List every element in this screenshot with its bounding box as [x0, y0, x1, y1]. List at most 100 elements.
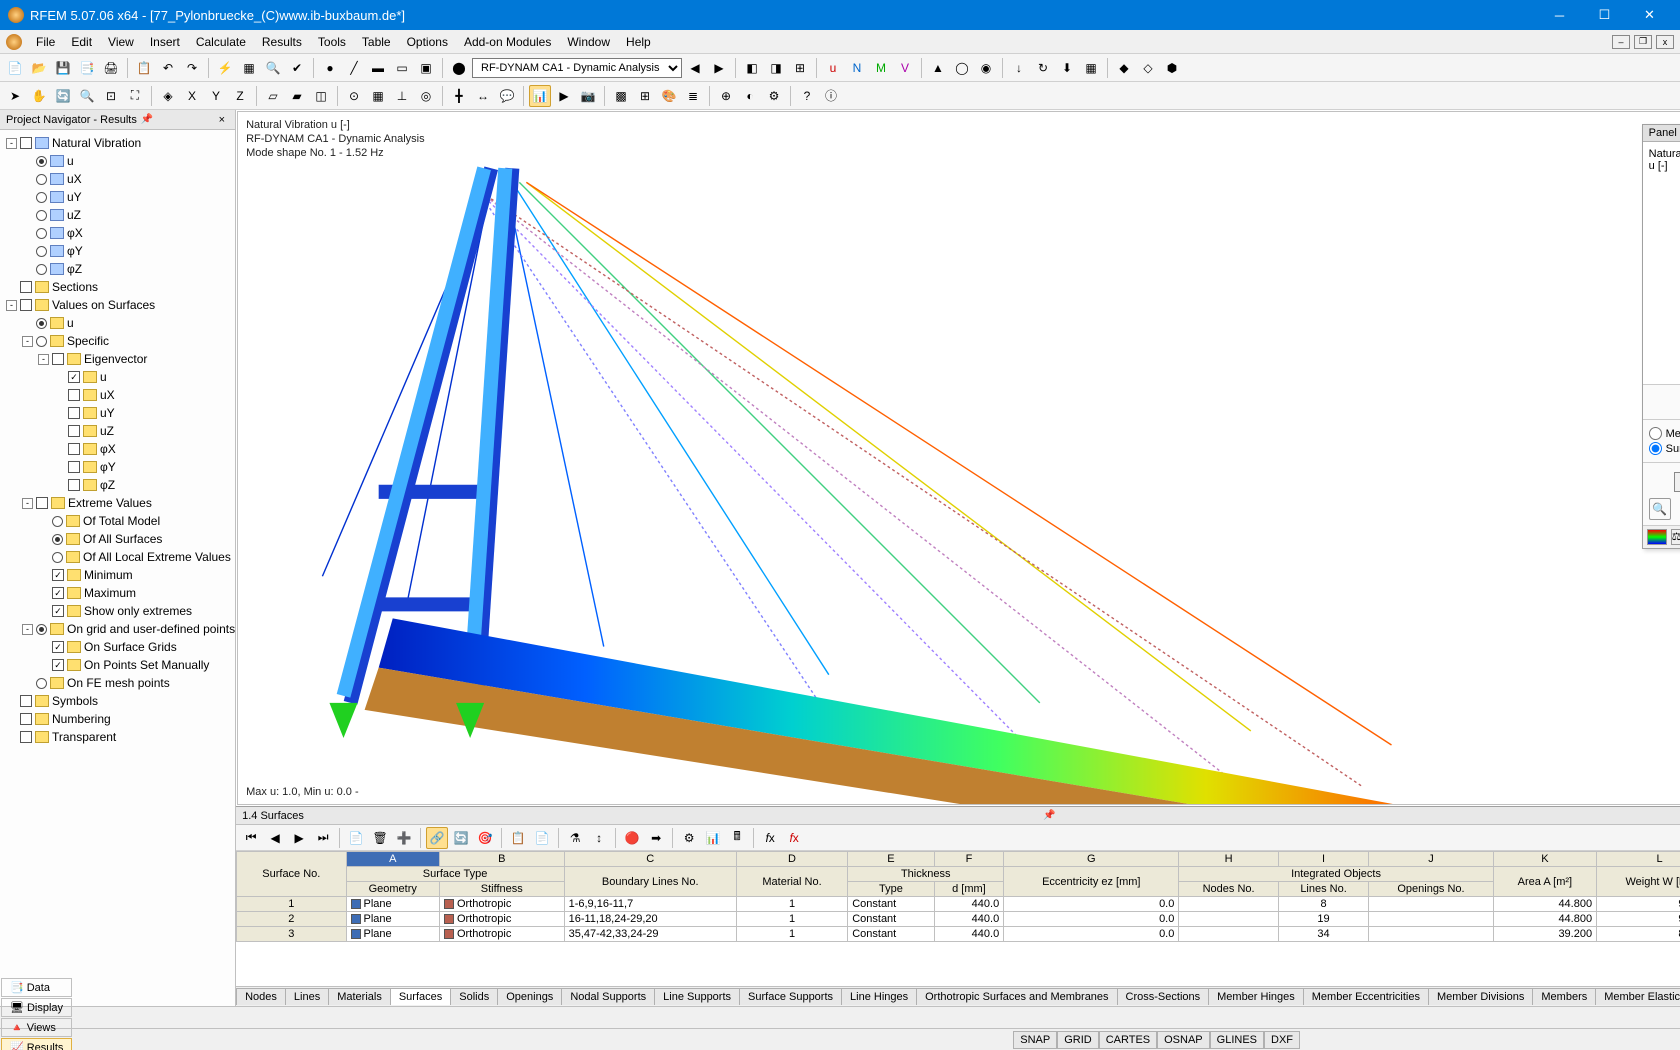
tree-expand-icon[interactable]: - — [6, 300, 17, 311]
status-glines[interactable]: GLINES — [1210, 1031, 1264, 1049]
results-v[interactable]: V — [894, 57, 916, 79]
menu-results[interactable]: Results — [254, 32, 310, 52]
line-button[interactable]: ╱ — [343, 57, 365, 79]
tree-checkbox[interactable]: ✓ — [52, 641, 64, 653]
cs-button[interactable]: ⊕ — [715, 85, 737, 107]
check-button[interactable]: ✔ — [286, 57, 308, 79]
tree-node-φx[interactable]: φX — [0, 224, 235, 242]
menu-insert[interactable]: Insert — [142, 32, 188, 52]
tree-node-on-points-set-manually[interactable]: ✓On Points Set Manually — [0, 656, 235, 674]
tree-node-φz[interactable]: φZ — [0, 260, 235, 278]
open-button[interactable]: 📂 — [28, 57, 50, 79]
table-settings-button[interactable]: ⚙ — [678, 827, 700, 849]
tab-nodal-supports[interactable]: Nodal Supports — [561, 988, 655, 1005]
tree-radio[interactable] — [36, 228, 47, 239]
tab-member-elastic-foundations[interactable]: Member Elastic Foundations — [1595, 988, 1680, 1005]
tree-node-uy[interactable]: uY — [0, 404, 235, 422]
saveall-button[interactable]: 📑 — [76, 57, 98, 79]
navigator-tree[interactable]: -Natural VibrationuuXuYuZφXφYφZSections-… — [0, 130, 235, 1006]
zoom-button[interactable]: 🔍 — [76, 85, 98, 107]
tree-radio[interactable] — [52, 552, 63, 563]
tree-node-natural-vibration[interactable]: -Natural Vibration — [0, 134, 235, 152]
tree-checkbox[interactable] — [20, 731, 32, 743]
tree-node-show-only-extremes[interactable]: ✓Show only extremes — [0, 602, 235, 620]
tree-checkbox[interactable]: ✓ — [68, 371, 80, 383]
tree-node-φy[interactable]: φY — [0, 242, 235, 260]
table-next-button[interactable]: ▶ — [288, 827, 310, 849]
hinge-button[interactable]: ◉ — [975, 57, 997, 79]
help-button[interactable]: ? — [796, 85, 818, 107]
release-button[interactable]: ◯ — [951, 57, 973, 79]
navigator-pin-button[interactable]: 📌 — [141, 114, 153, 125]
table-sync-button[interactable]: 🔗 — [426, 827, 448, 849]
tree-checkbox[interactable]: ✓ — [52, 569, 64, 581]
tree-checkbox[interactable] — [68, 425, 80, 437]
tree-checkbox[interactable] — [68, 389, 80, 401]
tree-node-uy[interactable]: uY — [0, 188, 235, 206]
bottom-data[interactable]: 📑Data — [1, 978, 72, 997]
table-button[interactable]: ▦ — [238, 57, 260, 79]
module-3-button[interactable]: ⬢ — [1161, 57, 1183, 79]
tree-checkbox[interactable]: ✓ — [52, 605, 64, 617]
tree-node-extreme-values[interactable]: -Extreme Values — [0, 494, 235, 512]
table-pin-button[interactable]: 📌 — [1043, 810, 1055, 821]
tree-checkbox[interactable]: ✓ — [52, 587, 64, 599]
tree-node-eigenvector[interactable]: -Eigenvector — [0, 350, 235, 368]
tab-lines[interactable]: Lines — [285, 988, 329, 1005]
tree-node-ux[interactable]: uX — [0, 386, 235, 404]
table-refresh-button[interactable]: 🔄 — [450, 827, 472, 849]
load-moment-button[interactable]: ↻ — [1032, 57, 1054, 79]
tree-node-specific[interactable]: -Specific — [0, 332, 235, 350]
calculate-button[interactable]: ⚡ — [214, 57, 236, 79]
table-last-button[interactable]: ⏭ — [312, 827, 334, 849]
view-x-button[interactable]: X — [181, 85, 203, 107]
animation-button[interactable]: ▶ — [553, 85, 575, 107]
status-snap[interactable]: SNAP — [1013, 1031, 1057, 1049]
loadcase-icon[interactable]: ⬤ — [448, 57, 470, 79]
menu-calculate[interactable]: Calculate — [188, 32, 254, 52]
analysis-combo[interactable]: RF-DYNAM CA1 - Dynamic Analysis — [472, 58, 682, 78]
tree-expand-icon[interactable]: - — [22, 624, 33, 635]
load-force-button[interactable]: ↓ — [1008, 57, 1030, 79]
tree-checkbox[interactable]: ✓ — [52, 659, 64, 671]
close-button[interactable]: ✕ — [1627, 0, 1672, 30]
tree-checkbox[interactable] — [68, 443, 80, 455]
tree-node-on-fe-mesh-points[interactable]: On FE mesh points — [0, 674, 235, 692]
tree-checkbox[interactable] — [68, 479, 80, 491]
tree-node-minimum[interactable]: ✓Minimum — [0, 566, 235, 584]
tab-members[interactable]: Members — [1532, 988, 1596, 1005]
load-line-button[interactable]: ⬇ — [1056, 57, 1078, 79]
tree-node-φx[interactable]: φX — [0, 440, 235, 458]
table-pick-button[interactable]: 🎯 — [474, 827, 496, 849]
tab-member-divisions[interactable]: Member Divisions — [1428, 988, 1533, 1005]
mdi-close-button[interactable]: x — [1656, 35, 1674, 49]
viewport-3d[interactable]: Natural Vibration u [-] RF-DYNAM CA1 - D… — [237, 111, 1680, 805]
table-filter-button[interactable]: ⚗ — [564, 827, 586, 849]
tree-checkbox[interactable] — [20, 695, 32, 707]
tree-node-φz[interactable]: φZ — [0, 476, 235, 494]
table-sort-button[interactable]: ↕ — [588, 827, 610, 849]
tree-checkbox[interactable] — [52, 353, 64, 365]
tree-node-numbering[interactable]: Numbering — [0, 710, 235, 728]
tree-node-maximum[interactable]: ✓Maximum — [0, 584, 235, 602]
module-2-button[interactable]: ◇ — [1137, 57, 1159, 79]
tree-checkbox[interactable] — [20, 713, 32, 725]
dimension-button[interactable]: ↔ — [472, 85, 494, 107]
tree-checkbox[interactable] — [36, 497, 48, 509]
findreplace-button[interactable]: 🔍 — [262, 57, 284, 79]
tree-node-u[interactable]: u — [0, 314, 235, 332]
tab-orthotropic-surfaces-and-membranes[interactable]: Orthotropic Surfaces and Membranes — [916, 988, 1117, 1005]
capture-button[interactable]: 📷 — [577, 85, 599, 107]
copy-button[interactable]: 📋 — [133, 57, 155, 79]
tree-radio[interactable] — [36, 264, 47, 275]
panel-foot-scale[interactable]: ⚖ — [1671, 529, 1680, 545]
tree-radio[interactable] — [36, 678, 47, 689]
table-colorrow-button[interactable]: 🔴 — [621, 827, 643, 849]
tree-radio[interactable] — [52, 516, 63, 527]
display-toggle-2[interactable]: ◨ — [765, 57, 787, 79]
tree-node-uz[interactable]: uZ — [0, 206, 235, 224]
minimize-button[interactable]: ─ — [1537, 0, 1582, 30]
panel-rfdynam-button[interactable]: RF-DYNAM — [1674, 472, 1680, 492]
tree-expand-icon[interactable]: - — [38, 354, 49, 365]
prev-button[interactable]: ◀ — [684, 57, 706, 79]
